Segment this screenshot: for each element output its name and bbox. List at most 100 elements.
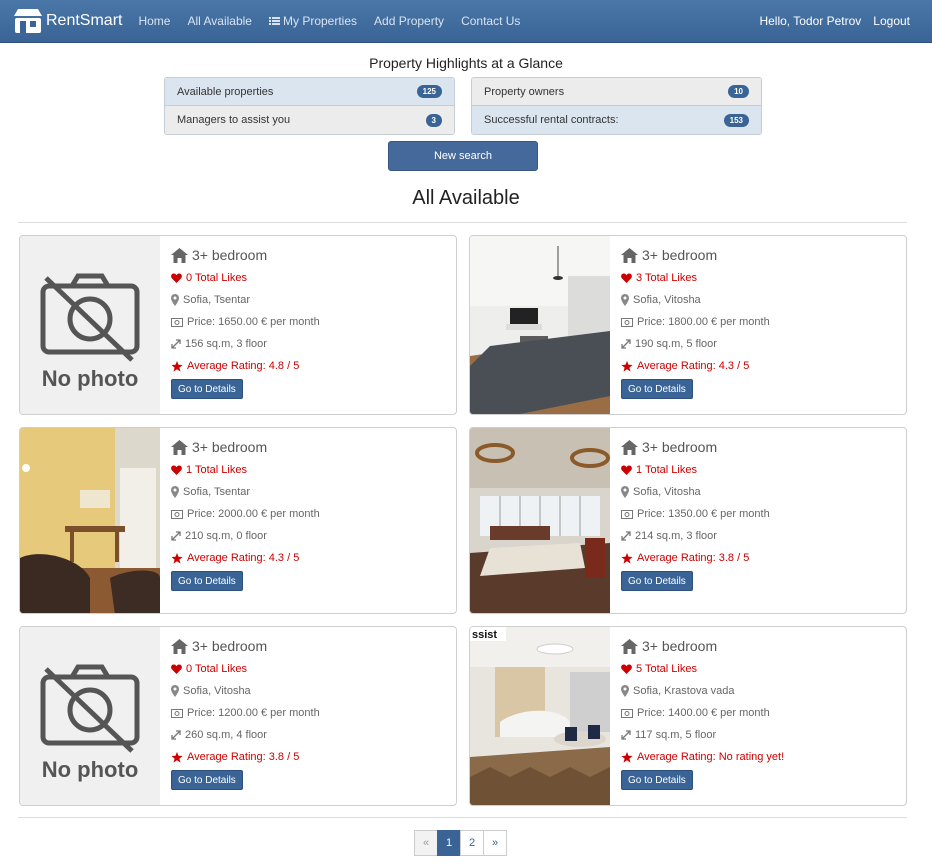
nav-add-property[interactable]: Add Property: [374, 14, 444, 28]
average-rating: Average Rating: 4.8 / 5: [187, 360, 300, 372]
bottom-divider: [18, 817, 907, 818]
heart-icon: [621, 664, 632, 674]
property-image[interactable]: No photo: [20, 627, 160, 805]
price-row: Price: 1400.00 € per month: [621, 704, 900, 722]
nav-all-available[interactable]: All Available: [187, 14, 252, 28]
likes-row: 0 Total Likes: [171, 269, 450, 287]
owners-badge: 10: [728, 85, 749, 98]
price: Price: 1350.00 € per month: [637, 508, 770, 520]
location: Sofia, Vitosha: [633, 294, 701, 306]
property-title-row: 3+ bedroom: [621, 437, 900, 457]
expand-arrows-icon: [621, 730, 631, 740]
average-rating: Average Rating: 4.3 / 5: [187, 552, 300, 564]
price-row: Price: 1650.00 € per month: [171, 313, 450, 331]
expand-arrows-icon: [171, 730, 181, 740]
location-row: Sofia, Tsentar: [171, 291, 450, 309]
property-image[interactable]: [20, 428, 160, 613]
available-properties-label: Available properties: [177, 85, 274, 98]
user-greeting[interactable]: Hello, Todor Petrov: [759, 14, 861, 28]
price: Price: 1800.00 € per month: [637, 316, 770, 328]
go-to-details-button[interactable]: Go to Details: [621, 379, 693, 399]
contracts-row: Successful rental contracts: 153: [472, 106, 761, 134]
location-row: Sofia, Vitosha: [621, 483, 900, 501]
pagination-next[interactable]: »: [483, 830, 507, 856]
go-to-details-button[interactable]: Go to Details: [621, 571, 693, 591]
likes-count: 0 Total Likes: [186, 663, 247, 675]
home-icon: [621, 638, 638, 654]
property-card-body: 3+ bedroom 3 Total Likes Sofia, Vitosha …: [621, 245, 900, 399]
rating-row: Average Rating: 3.8 / 5: [171, 748, 450, 766]
pagination-page-1[interactable]: 1: [437, 830, 461, 856]
logout-link[interactable]: Logout: [873, 14, 910, 28]
property-title-row: 3+ bedroom: [621, 636, 900, 656]
nav-contact-us[interactable]: Contact Us: [461, 14, 520, 28]
heart-icon: [171, 465, 182, 475]
size-row: 156 sq.m, 3 floor: [171, 335, 450, 353]
price-row: Price: 1350.00 € per month: [621, 505, 900, 523]
property-card-body: 3+ bedroom 1 Total Likes Sofia, Vitosha …: [621, 437, 900, 591]
size-floor: 214 sq.m, 3 floor: [635, 530, 717, 542]
pagination-page-2[interactable]: 2: [460, 830, 484, 856]
size-row: 210 sq.m, 0 floor: [171, 527, 450, 545]
expand-arrows-icon: [171, 339, 181, 349]
location-row: Sofia, Tsentar: [171, 483, 450, 501]
likes-count: 1 Total Likes: [636, 464, 697, 476]
average-rating: Average Rating: 3.8 / 5: [637, 552, 750, 564]
brand[interactable]: RentSmart: [12, 7, 122, 35]
nav-my-properties[interactable]: My Properties: [268, 14, 357, 28]
size-floor: 156 sq.m, 3 floor: [185, 338, 267, 350]
highlights-left-box: Available properties 125 Managers to ass…: [164, 77, 455, 135]
contracts-badge: 153: [723, 113, 749, 127]
money-icon: [171, 509, 183, 519]
home-icon: [621, 247, 638, 263]
no-photo-text: No photo: [42, 366, 139, 391]
top-divider: [18, 222, 907, 223]
go-to-details-button[interactable]: Go to Details: [171, 571, 243, 591]
property-image[interactable]: ssist: [470, 627, 610, 805]
property-image[interactable]: No photo: [20, 236, 160, 414]
property-title: 3+ bedroom: [192, 638, 268, 654]
map-marker-icon: [171, 486, 179, 498]
home-icon: [171, 439, 188, 455]
owners-label: Property owners: [484, 85, 565, 98]
size-floor: 117 sq.m, 5 floor: [635, 729, 717, 741]
rating-row: Average Rating: 4.8 / 5: [171, 357, 450, 375]
no-photo-text: No photo: [42, 757, 139, 782]
go-to-details-button[interactable]: Go to Details: [621, 770, 693, 790]
map-marker-icon: [621, 685, 629, 697]
pagination-prev[interactable]: «: [414, 830, 438, 856]
go-to-details-button[interactable]: Go to Details: [171, 379, 243, 399]
likes-row: 1 Total Likes: [621, 461, 900, 479]
property-image[interactable]: [470, 236, 610, 414]
price: Price: 1200.00 € per month: [187, 707, 320, 719]
nav-user-area: Hello, Todor Petrov Logout: [747, 14, 910, 28]
property-card-2: 3+ bedroom 3 Total Likes Sofia, Vitosha …: [469, 235, 907, 415]
star-icon: [171, 751, 183, 763]
average-rating: Average Rating: No rating yet!: [637, 751, 785, 763]
location-row: Sofia, Vitosha: [621, 291, 900, 309]
managers-label: Managers to assist you: [177, 114, 291, 126]
heart-icon: [621, 273, 632, 283]
map-marker-icon: [621, 486, 629, 498]
new-search-button[interactable]: New search: [388, 141, 538, 171]
location: Sofia, Vitosha: [183, 685, 251, 697]
price: Price: 1400.00 € per month: [637, 707, 770, 719]
location: Sofia, Tsentar: [183, 486, 251, 498]
property-image[interactable]: [470, 428, 610, 613]
money-icon: [171, 708, 183, 718]
property-title-row: 3+ bedroom: [621, 245, 900, 265]
property-title: 3+ bedroom: [642, 439, 718, 455]
location: Sofia, Krastova vada: [633, 685, 735, 697]
average-rating: Average Rating: 3.8 / 5: [187, 751, 300, 763]
property-card-body: 3+ bedroom 0 Total Likes Sofia, Vitosha …: [171, 636, 450, 790]
price: Price: 1650.00 € per month: [187, 316, 320, 328]
money-icon: [621, 708, 633, 718]
likes-row: 3 Total Likes: [621, 269, 900, 287]
nav-home[interactable]: Home: [138, 14, 170, 28]
rating-row: Average Rating: No rating yet!: [621, 748, 900, 766]
likes-count: 5 Total Likes: [636, 663, 697, 675]
nav-links: Home All Available My Properties Add Pro…: [138, 14, 537, 28]
luxury-hall-photo: [470, 428, 610, 613]
store-logo-icon: [12, 7, 44, 35]
go-to-details-button[interactable]: Go to Details: [171, 770, 243, 790]
